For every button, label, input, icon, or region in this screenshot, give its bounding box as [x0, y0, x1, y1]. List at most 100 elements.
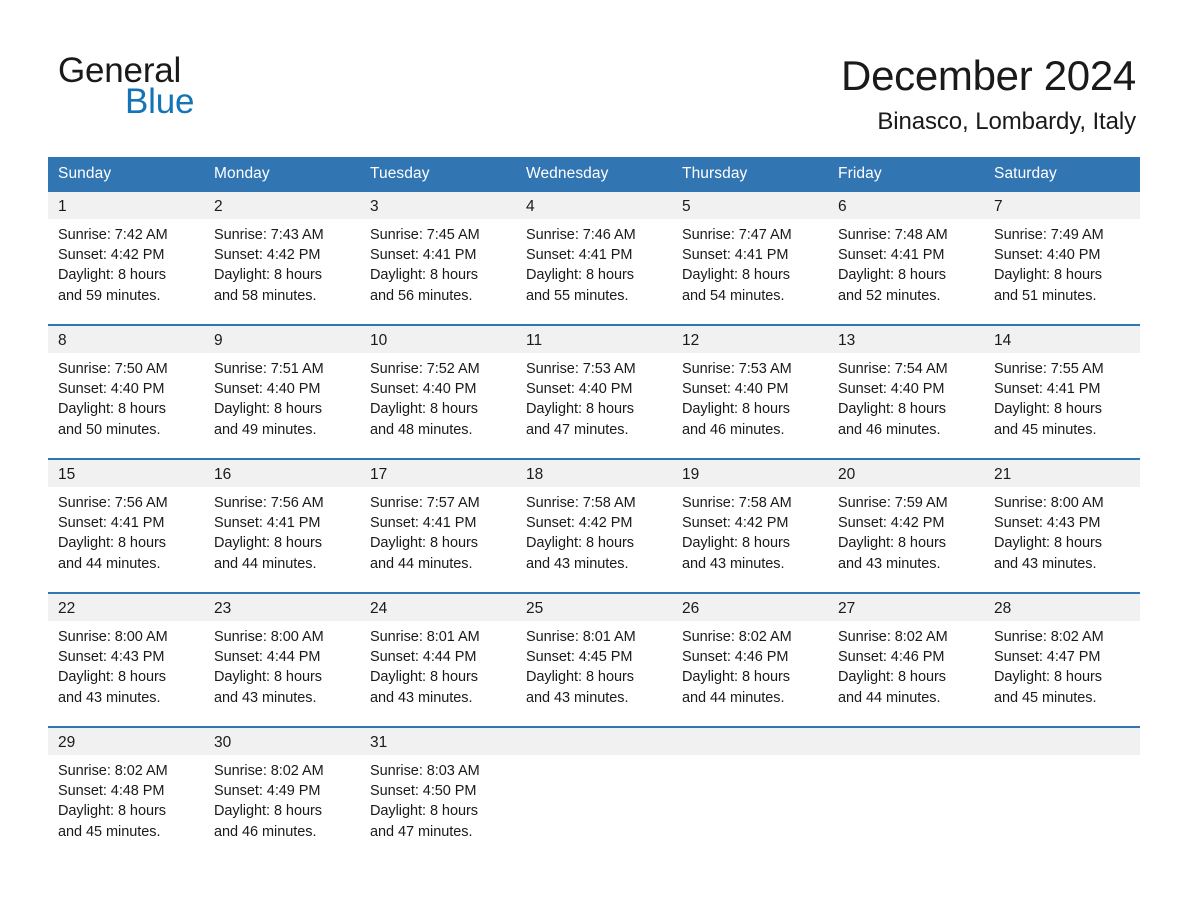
- sunrise-text: Sunrise: 7:51 AM: [214, 361, 324, 377]
- day-cell-content: 30 Sunrise: 8:02 AM Sunset: 4:49 PM Dayligh…: [204, 728, 360, 846]
- calendar-day-cell[interactable]: 30 Sunrise: 8:02 AM Sunset: 4:49 PM Dayligh…: [204, 726, 360, 846]
- weekday-header-saturday: Saturday: [984, 157, 1140, 192]
- page-subtitle-location: Binasco, Lombardy, Italy: [877, 108, 1136, 135]
- calendar-day-cell: [828, 726, 984, 846]
- calendar-day-cell[interactable]: 26 Sunrise: 8:02 AM Sunset: 4:46 PM Dayligh…: [672, 592, 828, 712]
- daylight-text-line1: Daylight: 8 hours: [838, 535, 946, 552]
- day-number: 10: [360, 326, 516, 353]
- calendar-week-row: 1 Sunrise: 7:42 AM Sunset: 4:42 PM Daylight…: [48, 192, 1140, 310]
- calendar-day-cell[interactable]: 31 Sunrise: 8:03 AM Sunset: 4:50 PM Dayligh…: [360, 726, 516, 846]
- daylight-text-line2: and 46 minutes.: [838, 421, 941, 438]
- sunrise-text: Sunrise: 8:02 AM: [58, 763, 168, 779]
- day-number: 21: [984, 460, 1140, 487]
- calendar-day-cell[interactable]: 5 Sunrise: 7:47 AM Sunset: 4:41 PM Daylight…: [672, 192, 828, 310]
- day-number: 27: [828, 594, 984, 621]
- daylight-text-line1: Daylight: 8 hours: [682, 535, 790, 552]
- sunrise-text: Sunrise: 8:02 AM: [994, 629, 1104, 645]
- day-cell-content: 1 Sunrise: 7:42 AM Sunset: 4:42 PM Daylight…: [48, 192, 204, 310]
- day-cell-content: 25 Sunrise: 8:01 AM Sunset: 4:45 PM Dayligh…: [516, 594, 672, 712]
- calendar-day-cell[interactable]: 16 Sunrise: 7:56 AM Sunset: 4:41 PM Dayligh…: [204, 458, 360, 578]
- calendar-day-cell[interactable]: 1 Sunrise: 7:42 AM Sunset: 4:42 PM Daylight…: [48, 192, 204, 310]
- day-number: 2: [204, 192, 360, 219]
- sunrise-text: Sunrise: 8:01 AM: [370, 629, 480, 645]
- sunset-text: Sunset: 4:46 PM: [838, 649, 945, 666]
- day-cell-empty: [984, 728, 1140, 846]
- calendar-day-cell[interactable]: 27 Sunrise: 8:02 AM Sunset: 4:46 PM Dayligh…: [828, 592, 984, 712]
- calendar-day-cell[interactable]: 13 Sunrise: 7:54 AM Sunset: 4:40 PM Dayligh…: [828, 324, 984, 444]
- week-spacer-cell: [48, 712, 1140, 727]
- calendar-day-cell[interactable]: 19 Sunrise: 7:58 AM Sunset: 4:42 PM Dayligh…: [672, 458, 828, 578]
- calendar-day-cell[interactable]: 3 Sunrise: 7:45 AM Sunset: 4:41 PM Daylight…: [360, 192, 516, 310]
- daylight-text-line2: and 44 minutes.: [58, 555, 161, 572]
- daylight-text-line1: Daylight: 8 hours: [370, 401, 478, 418]
- sunset-text: Sunset: 4:41 PM: [370, 515, 477, 532]
- calendar-day-cell[interactable]: 15 Sunrise: 7:56 AM Sunset: 4:41 PM Dayligh…: [48, 458, 204, 578]
- calendar-day-cell[interactable]: 10 Sunrise: 7:52 AM Sunset: 4:40 PM Dayligh…: [360, 324, 516, 444]
- day-number: 23: [204, 594, 360, 621]
- weekday-header-tuesday: Tuesday: [360, 157, 516, 192]
- daylight-text-line2: and 43 minutes.: [994, 555, 1097, 572]
- week-spacer: [48, 444, 1140, 459]
- daylight-text-line1: Daylight: 8 hours: [370, 669, 478, 686]
- sunrise-text: Sunrise: 8:02 AM: [838, 629, 948, 645]
- calendar-day-cell[interactable]: 2 Sunrise: 7:43 AM Sunset: 4:42 PM Daylight…: [204, 192, 360, 310]
- daylight-text-line1: Daylight: 8 hours: [370, 267, 478, 284]
- sunset-text: Sunset: 4:44 PM: [214, 649, 321, 666]
- daylight-text-line1: Daylight: 8 hours: [526, 267, 634, 284]
- calendar-day-cell[interactable]: 25 Sunrise: 8:01 AM Sunset: 4:45 PM Dayligh…: [516, 592, 672, 712]
- day-cell-content: 26 Sunrise: 8:02 AM Sunset: 4:46 PM Dayligh…: [672, 594, 828, 712]
- calendar-day-cell[interactable]: 11 Sunrise: 7:53 AM Sunset: 4:40 PM Dayligh…: [516, 324, 672, 444]
- sunset-text: Sunset: 4:40 PM: [370, 381, 477, 398]
- day-number: 11: [516, 326, 672, 353]
- calendar-day-cell[interactable]: 7 Sunrise: 7:49 AM Sunset: 4:40 PM Daylight…: [984, 192, 1140, 310]
- calendar-day-cell[interactable]: 8 Sunrise: 7:50 AM Sunset: 4:40 PM Daylight…: [48, 324, 204, 444]
- weekday-header-sunday: Sunday: [48, 157, 204, 192]
- day-number: 25: [516, 594, 672, 621]
- weekday-header-thursday: Thursday: [672, 157, 828, 192]
- calendar-day-cell[interactable]: 14 Sunrise: 7:55 AM Sunset: 4:41 PM Dayligh…: [984, 324, 1140, 444]
- day-details: Sunrise: 7:58 AM Sunset: 4:42 PM Daylight:…: [516, 487, 672, 574]
- calendar-day-cell[interactable]: 4 Sunrise: 7:46 AM Sunset: 4:41 PM Daylight…: [516, 192, 672, 310]
- day-details: Sunrise: 7:56 AM Sunset: 4:41 PM Daylight:…: [204, 487, 360, 574]
- day-details: Sunrise: 7:43 AM Sunset: 4:42 PM Daylight:…: [204, 219, 360, 306]
- calendar-day-cell[interactable]: 29 Sunrise: 8:02 AM Sunset: 4:48 PM Dayligh…: [48, 726, 204, 846]
- day-details: Sunrise: 8:02 AM Sunset: 4:46 PM Daylight:…: [672, 621, 828, 708]
- daylight-text-line2: and 44 minutes.: [214, 555, 317, 572]
- daylight-text-line1: Daylight: 8 hours: [214, 401, 322, 418]
- day-number: 24: [360, 594, 516, 621]
- day-number: 29: [48, 728, 204, 755]
- day-number: 30: [204, 728, 360, 755]
- day-number: 8: [48, 326, 204, 353]
- day-cell-content: 29 Sunrise: 8:02 AM Sunset: 4:48 PM Dayligh…: [48, 728, 204, 846]
- day-cell-content: 12 Sunrise: 7:53 AM Sunset: 4:40 PM Dayligh…: [672, 326, 828, 444]
- sunrise-text: Sunrise: 7:45 AM: [370, 227, 480, 243]
- calendar-day-cell[interactable]: 9 Sunrise: 7:51 AM Sunset: 4:40 PM Daylight…: [204, 324, 360, 444]
- daylight-text-line2: and 45 minutes.: [994, 421, 1097, 438]
- calendar-day-cell[interactable]: 18 Sunrise: 7:58 AM Sunset: 4:42 PM Dayligh…: [516, 458, 672, 578]
- calendar-day-cell[interactable]: 24 Sunrise: 8:01 AM Sunset: 4:44 PM Dayligh…: [360, 592, 516, 712]
- daylight-text-line1: Daylight: 8 hours: [214, 803, 322, 820]
- daylight-text-line1: Daylight: 8 hours: [526, 401, 634, 418]
- calendar-day-cell[interactable]: 17 Sunrise: 7:57 AM Sunset: 4:41 PM Dayligh…: [360, 458, 516, 578]
- day-details: Sunrise: 7:54 AM Sunset: 4:40 PM Daylight:…: [828, 353, 984, 440]
- day-details: Sunrise: 8:02 AM Sunset: 4:47 PM Daylight:…: [984, 621, 1140, 708]
- calendar-grid: Sunday Monday Tuesday Wednesday Thursday…: [48, 157, 1140, 846]
- weekday-header-wednesday: Wednesday: [516, 157, 672, 192]
- day-cell-content: 21 Sunrise: 8:00 AM Sunset: 4:43 PM Dayligh…: [984, 460, 1140, 578]
- sunset-text: Sunset: 4:40 PM: [214, 381, 321, 398]
- day-number: 26: [672, 594, 828, 621]
- sunset-text: Sunset: 4:49 PM: [214, 783, 321, 800]
- calendar-day-cell[interactable]: 22 Sunrise: 8:00 AM Sunset: 4:43 PM Dayligh…: [48, 592, 204, 712]
- sunset-text: Sunset: 4:42 PM: [526, 515, 633, 532]
- calendar-day-cell[interactable]: 23 Sunrise: 8:00 AM Sunset: 4:44 PM Dayligh…: [204, 592, 360, 712]
- daylight-text-line1: Daylight: 8 hours: [58, 803, 166, 820]
- calendar-day-cell[interactable]: 12 Sunrise: 7:53 AM Sunset: 4:40 PM Dayligh…: [672, 324, 828, 444]
- calendar-day-cell[interactable]: 20 Sunrise: 7:59 AM Sunset: 4:42 PM Dayligh…: [828, 458, 984, 578]
- title-block: December 2024 Binasco, Lombardy, Italy: [841, 50, 1136, 137]
- calendar-day-cell[interactable]: 28 Sunrise: 8:02 AM Sunset: 4:47 PM Dayligh…: [984, 592, 1140, 712]
- daylight-text-line1: Daylight: 8 hours: [58, 669, 166, 686]
- calendar-day-cell[interactable]: 6 Sunrise: 7:48 AM Sunset: 4:41 PM Daylight…: [828, 192, 984, 310]
- sunrise-text: Sunrise: 7:49 AM: [994, 227, 1104, 243]
- day-cell-content: 15 Sunrise: 7:56 AM Sunset: 4:41 PM Dayligh…: [48, 460, 204, 578]
- calendar-day-cell[interactable]: 21 Sunrise: 8:00 AM Sunset: 4:43 PM Dayligh…: [984, 458, 1140, 578]
